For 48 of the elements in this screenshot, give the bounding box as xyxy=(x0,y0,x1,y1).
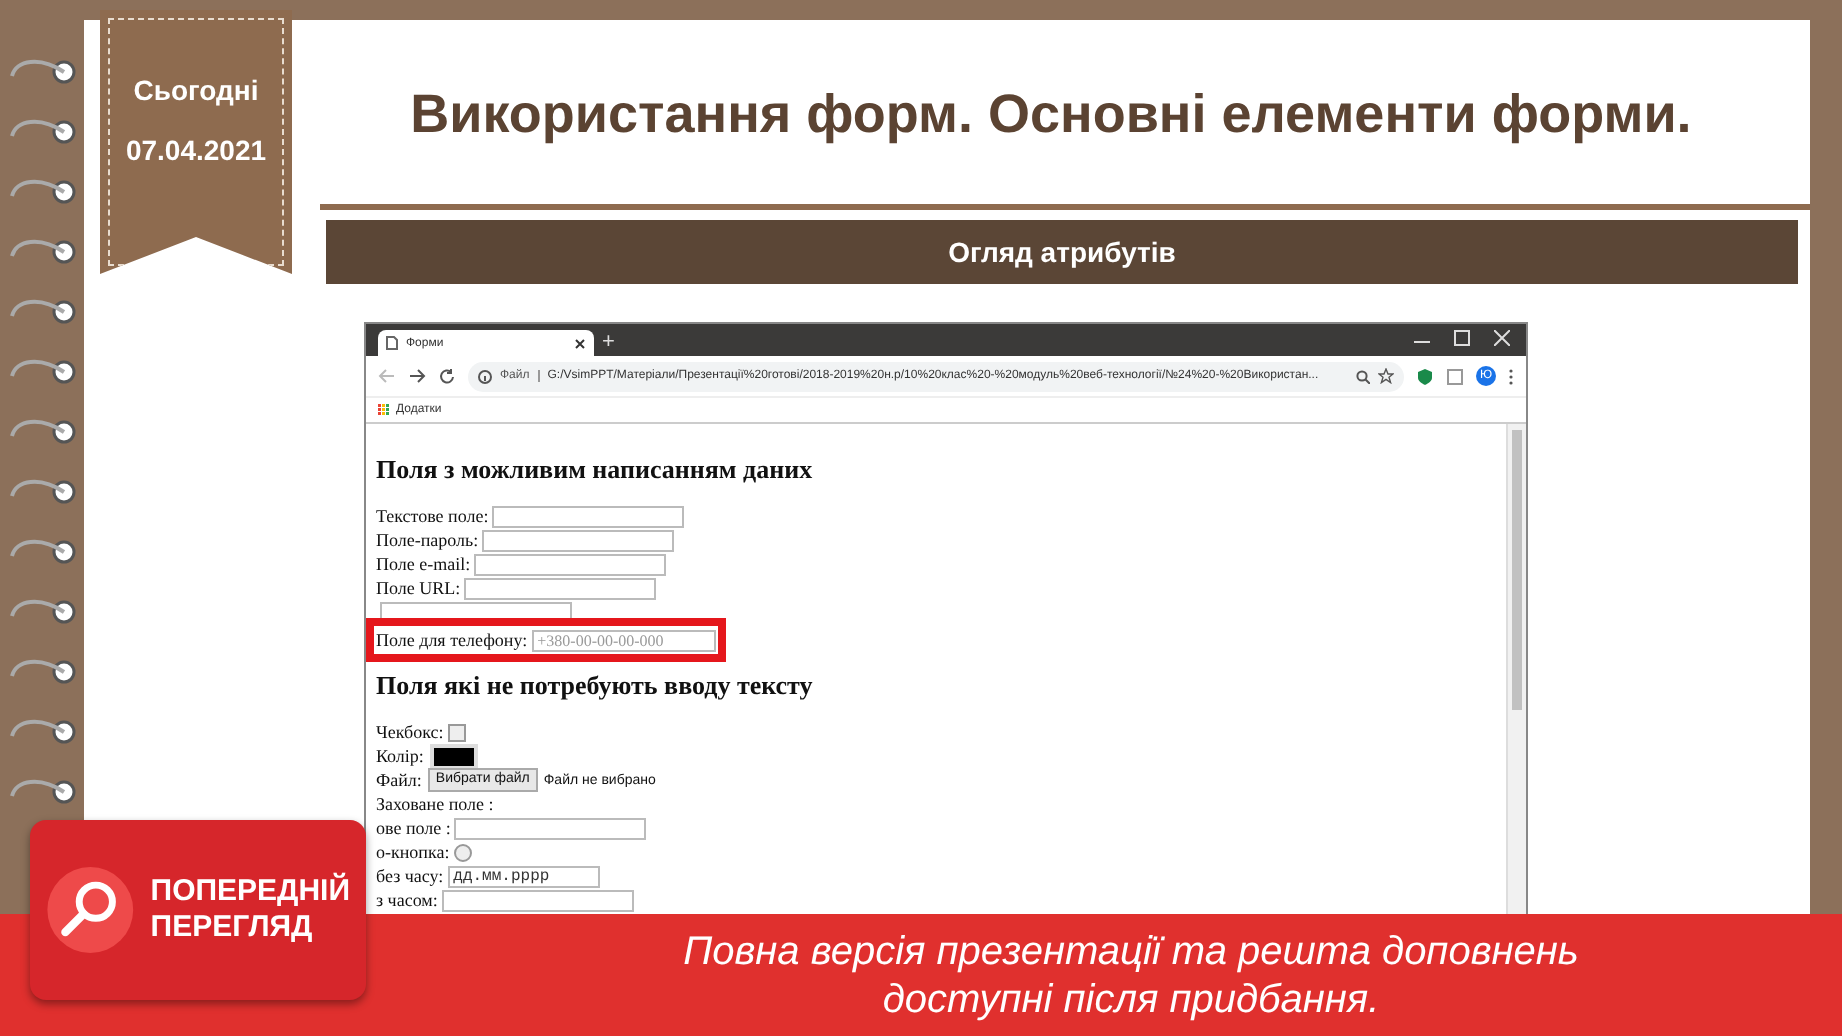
badge-title: ПЕРЕГЛЯД xyxy=(150,910,315,946)
apps-icon[interactable] xyxy=(378,404,390,416)
field-label: Чекбокс: xyxy=(376,722,444,742)
input-field[interactable] xyxy=(464,577,657,599)
field-label: Колір: xyxy=(376,746,424,766)
badge-title: ПОПЕРЕДНІЙ xyxy=(150,874,350,910)
input-field[interactable] xyxy=(441,889,634,911)
maximize-icon[interactable] xyxy=(1454,329,1470,345)
input-field[interactable] xyxy=(474,553,667,575)
field-label: Поле для телефону: xyxy=(376,630,528,650)
input-field[interactable] xyxy=(492,505,685,527)
reload-icon[interactable] xyxy=(438,367,456,385)
scrollbar-thumb[interactable] xyxy=(1512,430,1522,710)
radio-button[interactable] xyxy=(453,843,472,861)
slide-title: Використання форм. Основні елементи форми. xyxy=(408,84,1694,146)
field-label: Файл: xyxy=(376,770,422,790)
subtitle-bar: Огляд атрибутів xyxy=(326,220,1798,284)
page-icon xyxy=(386,336,398,350)
notice-text: Повна версія презентації та решта доповнень xyxy=(683,927,1579,975)
field-label: о-кнопка: xyxy=(376,842,450,862)
forward-icon[interactable] xyxy=(408,368,426,384)
section-heading: Поля які не потребують вводу тексту xyxy=(376,670,815,702)
input-field[interactable] xyxy=(454,817,647,839)
shield-icon[interactable] xyxy=(1416,367,1434,385)
field-label: Заховане поле : xyxy=(376,794,494,814)
checkbox[interactable] xyxy=(447,723,466,741)
menu-icon[interactable] xyxy=(1508,367,1514,385)
field-label: Поле-пароль: xyxy=(376,530,479,550)
section-heading: Поля з можливим написанням даних xyxy=(376,454,815,486)
close-icon[interactable] xyxy=(574,337,586,349)
star-icon[interactable] xyxy=(1378,368,1394,384)
date-field[interactable]: дд.мм.рррр xyxy=(447,865,600,887)
input-field[interactable] xyxy=(380,601,572,623)
field-label: Поле URL: xyxy=(376,578,461,598)
field-label: з часом: xyxy=(376,890,438,910)
date-label: Сьогодні xyxy=(133,74,259,106)
input-field[interactable] xyxy=(482,529,675,551)
zoom-icon[interactable] xyxy=(1356,369,1370,383)
info-icon xyxy=(478,369,492,383)
field-label: ове поле : xyxy=(376,818,451,838)
new-tab-button[interactable]: + xyxy=(602,330,615,356)
field-label: Поле e-mail: xyxy=(376,554,471,574)
extension-icon[interactable] xyxy=(1446,367,1464,385)
field-label: Текстове поле: xyxy=(376,506,489,526)
date-text: 07.04.2021 xyxy=(125,134,267,166)
notice-text: доступні після придбання. xyxy=(882,975,1380,1023)
field-label: без часу: xyxy=(376,866,444,886)
color-picker[interactable] xyxy=(429,743,478,769)
